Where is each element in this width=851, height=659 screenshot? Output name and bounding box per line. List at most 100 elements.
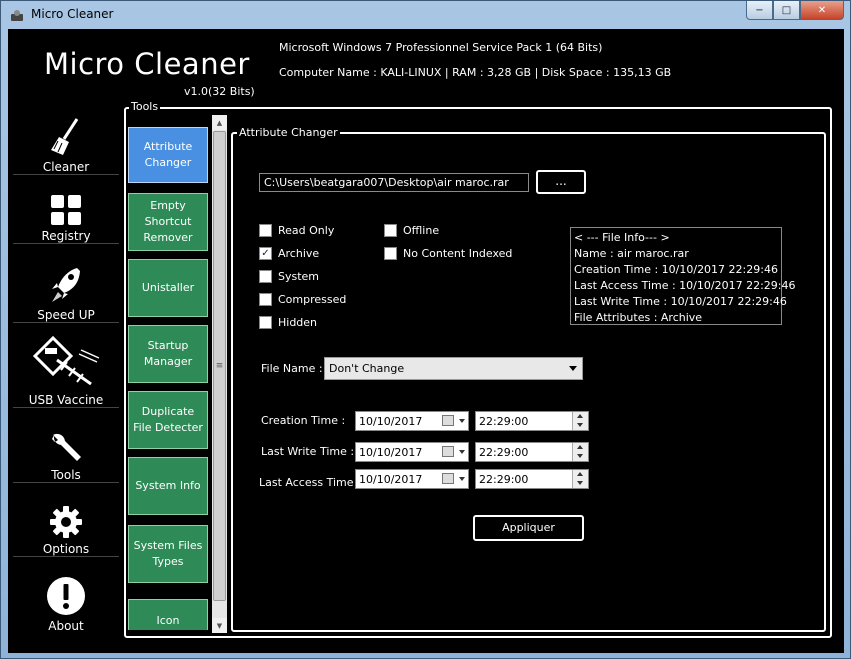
- spin-down-icon[interactable]: [577, 454, 583, 458]
- time-value: 22:29:00: [479, 415, 529, 428]
- sidebar-item-cleaner[interactable]: Cleaner: [13, 103, 119, 175]
- tool-icon-extractor[interactable]: Icon Extractor: [128, 599, 208, 630]
- close-button[interactable]: ✕: [800, 1, 844, 20]
- file-name-select[interactable]: Don't Change: [324, 357, 583, 380]
- tool-attribute-changer[interactable]: Attribute Changer: [128, 127, 208, 183]
- app-icon: [11, 10, 23, 21]
- sidebar-item-about[interactable]: About: [13, 558, 119, 633]
- window-title: Micro Cleaner: [31, 7, 114, 21]
- checkbox-label: Hidden: [278, 316, 318, 329]
- attribute-changer-group: [231, 132, 826, 632]
- time-spinner[interactable]: [572, 443, 588, 461]
- checkbox-box: [259, 270, 272, 283]
- hidden-checkbox[interactable]: Hidden: [259, 316, 317, 329]
- grid-icon: [51, 195, 81, 225]
- file-info-creation: Creation Time : 10/10/2017 22:29:46: [574, 263, 778, 276]
- creation-time-label: Creation Time :: [261, 414, 346, 427]
- calendar-icon[interactable]: [442, 415, 454, 426]
- gear-icon: [50, 506, 82, 538]
- client-area: Micro Cleaner v1.0(32 Bits) Microsoft Wi…: [8, 29, 844, 653]
- sidebar-item-label: Registry: [41, 229, 91, 243]
- spin-down-icon[interactable]: [577, 423, 583, 427]
- file-info-last-write: Last Write Time : 10/10/2017 22:29:46: [574, 295, 787, 308]
- sidebar-item-usb-vaccine[interactable]: USB Vaccine: [13, 324, 119, 408]
- tool-system-info[interactable]: System Info: [128, 457, 208, 515]
- calendar-icon[interactable]: [442, 446, 454, 457]
- checkbox-box: [259, 224, 272, 237]
- sidebar-item-speed-up[interactable]: Speed UP: [13, 245, 119, 323]
- scroll-down-arrow[interactable]: ▼: [212, 618, 227, 633]
- tool-unistaller[interactable]: Unistaller: [128, 259, 208, 317]
- file-name-selected: Don't Change: [329, 362, 405, 375]
- sidebar-item-options[interactable]: Options: [13, 484, 119, 557]
- spin-up-icon[interactable]: [577, 414, 583, 418]
- tool-empty-shortcut-remover[interactable]: Empty Shortcut Remover: [128, 193, 208, 251]
- browse-button[interactable]: ...: [536, 170, 586, 194]
- usb-syringe-icon: [32, 335, 100, 386]
- sidebar-item-tools[interactable]: Tools: [13, 409, 119, 483]
- offline-checkbox[interactable]: Offline: [384, 224, 439, 237]
- app-name: Micro Cleaner: [44, 47, 250, 81]
- tool-system-files-types[interactable]: System Files Types: [128, 525, 208, 583]
- checkbox-label: Compressed: [278, 293, 347, 306]
- no-content-indexed-checkbox[interactable]: No Content Indexed: [384, 247, 512, 260]
- broom-icon: [51, 118, 79, 155]
- file-info-attributes: File Attributes : Archive: [574, 311, 703, 324]
- archive-checkbox[interactable]: ✓ Archive: [259, 247, 319, 260]
- calendar-icon[interactable]: [442, 473, 454, 484]
- sidebar-item-registry[interactable]: Registry: [13, 176, 119, 244]
- time-spinner[interactable]: [572, 412, 588, 430]
- last-write-time-picker[interactable]: 22:29:00: [475, 442, 589, 462]
- file-name-label: File Name :: [261, 362, 323, 375]
- tools-legend: Tools: [129, 100, 161, 113]
- date-value: 10/10/2017: [359, 446, 423, 459]
- file-info-last-access: Last Access Time : 10/10/2017 22:29:46: [574, 279, 796, 292]
- checkbox-label: Offline: [403, 224, 440, 237]
- minimize-button[interactable]: −: [746, 1, 773, 20]
- scroll-thumb[interactable]: ≡: [213, 131, 226, 601]
- wrench-icon: [52, 433, 81, 461]
- tool-duplicate-file-detecter[interactable]: Duplicate File Detecter: [128, 391, 208, 449]
- exclamation-icon: [47, 577, 85, 615]
- checkbox-box: [259, 316, 272, 329]
- chevron-down-icon[interactable]: [459, 450, 465, 454]
- time-spinner[interactable]: [572, 470, 588, 488]
- checkbox-box: [384, 247, 397, 260]
- spin-down-icon[interactable]: [577, 481, 583, 485]
- tool-list: Attribute Changer Empty Shortcut Remover…: [128, 124, 210, 630]
- time-value: 22:29:00: [479, 473, 529, 486]
- title-bar[interactable]: Micro Cleaner − □ ✕: [1, 1, 850, 29]
- last-write-time-label: Last Write Time :: [261, 445, 355, 458]
- creation-time-picker[interactable]: 22:29:00: [475, 411, 589, 431]
- checkbox-box: [384, 224, 397, 237]
- file-info-panel: < --- File Info--- > Name : air maroc.ra…: [570, 227, 796, 325]
- checkbox-box: [259, 293, 272, 306]
- file-info-name: Name : air maroc.rar: [574, 247, 689, 260]
- scroll-up-arrow[interactable]: ▲: [212, 115, 227, 130]
- sidebar-item-label: About: [48, 619, 84, 633]
- compressed-checkbox[interactable]: Compressed: [259, 293, 346, 306]
- last-access-date-picker[interactable]: 10/10/2017: [355, 469, 469, 489]
- spin-up-icon[interactable]: [577, 445, 583, 449]
- os-info: Microsoft Windows 7 Professionnel Servic…: [279, 41, 603, 54]
- last-access-time-label: Last Access Time :: [259, 476, 361, 489]
- system-checkbox[interactable]: System: [259, 270, 319, 283]
- date-value: 10/10/2017: [359, 415, 423, 428]
- rocket-icon: [52, 268, 80, 302]
- apply-button[interactable]: Appliquer: [473, 515, 584, 541]
- tool-startup-manager[interactable]: Startup Manager: [128, 325, 208, 383]
- chevron-down-icon[interactable]: [459, 477, 465, 481]
- last-write-date-picker[interactable]: 10/10/2017: [355, 442, 469, 462]
- file-path-input[interactable]: [259, 173, 529, 192]
- read-only-checkbox[interactable]: Read Only: [259, 224, 334, 237]
- maximize-button[interactable]: □: [773, 1, 800, 20]
- creation-date-picker[interactable]: 10/10/2017: [355, 411, 469, 431]
- spin-up-icon[interactable]: [577, 472, 583, 476]
- sidebar-item-label: Tools: [51, 468, 81, 482]
- check-icon: ✓: [259, 247, 272, 260]
- tools-scrollbar[interactable]: ▲ ≡ ▼: [212, 115, 227, 633]
- last-access-time-picker[interactable]: 22:29:00: [475, 469, 589, 489]
- chevron-down-icon: [569, 366, 577, 371]
- chevron-down-icon[interactable]: [459, 419, 465, 423]
- checkbox-label: System: [278, 270, 320, 283]
